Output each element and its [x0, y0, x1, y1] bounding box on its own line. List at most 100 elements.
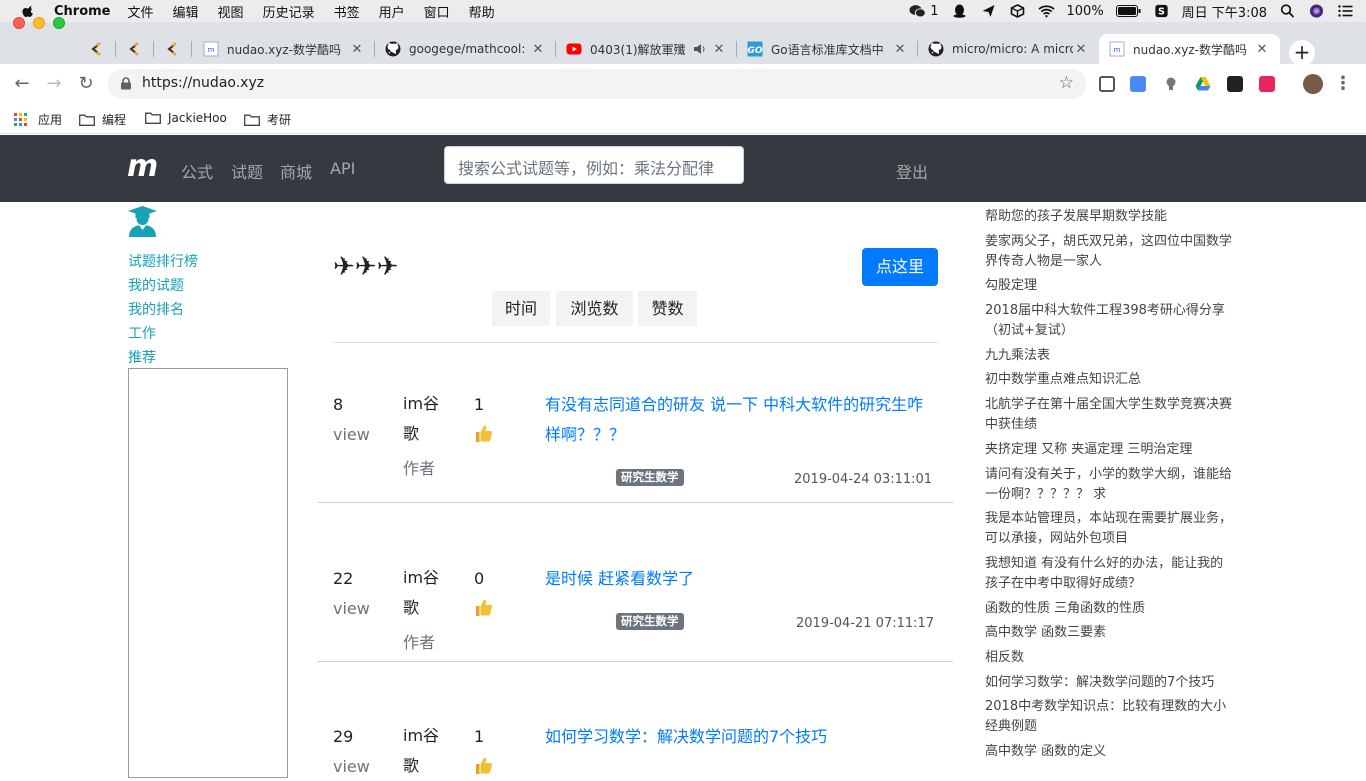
notification-center-icon[interactable] — [1337, 4, 1354, 18]
author-name[interactable]: im谷歌 — [403, 563, 447, 623]
close-tab-icon[interactable]: ✕ — [1073, 42, 1089, 57]
recent-post-link[interactable]: 函数的性质 三角函数的性质 — [985, 599, 1235, 619]
audio-playing-icon[interactable] — [693, 43, 707, 55]
address-bar[interactable]: https://nudao.xyz ☆ — [108, 69, 1086, 99]
recent-post-link[interactable]: 九九乘法表 — [985, 346, 1235, 366]
box-icon[interactable] — [1009, 4, 1026, 18]
tab-go-docs[interactable]: GO Go语言标准库文档中 ✕ — [737, 34, 918, 64]
question-title-link[interactable]: 是时候 赶紧看数学了 — [545, 564, 935, 594]
lightbulb-icon[interactable] — [1163, 76, 1179, 92]
sort-by-views-button[interactable]: 浏览数 — [556, 291, 633, 326]
apple-icon[interactable] — [22, 4, 36, 18]
tab-youtube[interactable]: 0403(1)解放軍殲 ✕ — [556, 34, 737, 64]
close-tab-icon[interactable]: ✕ — [1254, 42, 1270, 57]
author-name[interactable]: im谷歌 — [403, 721, 447, 781]
search-input[interactable]: 搜索公式试题等，例如：乘法分配律 — [444, 146, 744, 184]
tab-github-micro[interactable]: micro/micro: A micro ✕ — [918, 34, 1099, 64]
extension-red-icon[interactable] — [1259, 76, 1275, 92]
battery-icon[interactable] — [1115, 5, 1141, 17]
link-jobs[interactable]: 工作 — [128, 323, 156, 343]
lock-icon[interactable] — [120, 77, 132, 90]
menu-bookmarks[interactable]: 书签 — [334, 2, 360, 21]
menu-people[interactable]: 用户 — [379, 2, 405, 21]
nav-formulas[interactable]: 公式 — [181, 159, 213, 183]
nav-questions[interactable]: 试题 — [231, 159, 263, 183]
recent-post-link[interactable]: 勾股定理 — [985, 276, 1235, 296]
sort-by-likes-button[interactable]: 赞数 — [638, 291, 697, 326]
recent-post-link[interactable]: 2018中考数学知识点：比较有理数的大小 经典例题 — [985, 697, 1235, 737]
profile-avatar[interactable] — [1303, 74, 1323, 94]
thumbs-up-icon[interactable] — [474, 755, 494, 775]
new-tab-button[interactable]: + — [1289, 40, 1315, 66]
tab-github-mathcool[interactable]: googege/mathcool: ✕ — [375, 34, 556, 64]
site-logo[interactable]: m — [127, 152, 158, 182]
close-tab-icon[interactable]: ✕ — [892, 42, 908, 57]
wifi-icon[interactable] — [1037, 4, 1055, 18]
tab-nudao-1[interactable]: m nudao.xyz-数学酷吗 ✕ — [193, 34, 375, 64]
logout-link[interactable]: 登出 — [896, 159, 928, 183]
tag-badge[interactable]: 研究生数学 — [616, 469, 684, 486]
close-tab-icon[interactable]: ✕ — [349, 42, 365, 57]
spotlight-icon[interactable] — [1279, 4, 1296, 18]
google-drive-icon[interactable] — [1195, 76, 1211, 92]
menu-window[interactable]: 窗口 — [424, 2, 450, 21]
extension-vault-icon[interactable] — [1099, 76, 1115, 92]
reload-icon[interactable]: ↻ — [76, 74, 96, 94]
thumbs-up-icon[interactable] — [474, 597, 494, 617]
recent-post-link[interactable]: 我是本站管理员，本站现在需要扩展业务，可以承接，网站外包项目 — [985, 509, 1235, 549]
maximize-window-button[interactable] — [53, 17, 65, 29]
send-icon[interactable] — [980, 4, 997, 18]
close-window-button[interactable] — [13, 17, 25, 29]
nav-shop[interactable]: 商城 — [280, 159, 312, 183]
back-arrow-icon[interactable]: ← — [12, 74, 32, 94]
recent-post-link[interactable]: 姜家两父子，胡氏双兄弟，这四位中国数学界传奇人物是一家人 — [985, 232, 1235, 272]
question-title-link[interactable]: 如何学习数学：解决数学问题的7个技巧 — [545, 722, 935, 752]
minimize-window-button[interactable] — [33, 17, 45, 29]
recent-post-link[interactable]: 如何学习数学：解决数学问题的7个技巧 — [985, 673, 1235, 693]
link-my-ranking[interactable]: 我的排名 — [128, 299, 184, 319]
thumbs-up-icon[interactable] — [474, 423, 494, 443]
forward-arrow-icon[interactable]: → — [44, 74, 64, 94]
close-tab-icon[interactable]: ✕ — [711, 42, 727, 57]
tag-badge[interactable]: 研究生数学 — [616, 613, 684, 630]
nav-api[interactable]: API — [330, 159, 355, 178]
translate-icon[interactable] — [1130, 76, 1146, 92]
tab-pinned-2[interactable] — [116, 34, 154, 64]
bookmark-apps[interactable]: 应用 — [14, 111, 62, 128]
recent-post-link[interactable]: 初中数学重点难点知识汇总 — [985, 370, 1235, 390]
recent-post-link[interactable]: 高中数学 函数三要素 — [985, 623, 1235, 643]
wechat-status[interactable]: 1 — [909, 4, 939, 19]
tab-pinned-3[interactable] — [154, 34, 192, 64]
click-here-button[interactable]: 点这里 — [862, 248, 938, 286]
recent-post-link[interactable]: 高中数学 函数的定义 — [985, 742, 1235, 762]
question-title-link[interactable]: 有没有志同道合的研友 说一下 中科大软件的研究生咋样啊？？？ — [545, 390, 935, 450]
tab-pinned-1[interactable] — [78, 34, 116, 64]
bookmark-folder-programming[interactable]: 编程 — [79, 111, 126, 128]
menu-help[interactable]: 帮助 — [469, 2, 495, 21]
close-tab-icon[interactable]: ✕ — [530, 42, 546, 57]
recent-post-link[interactable]: 2018届中科大软件工程398考研心得分享（初试+复试） — [985, 301, 1235, 341]
recent-post-link[interactable]: 相反数 — [985, 648, 1235, 668]
qq-icon[interactable] — [951, 4, 968, 18]
recent-post-link[interactable]: 夹挤定理 又称 夹逼定理 三明治定理 — [985, 440, 1235, 460]
link-question-ranking[interactable]: 试题排行榜 — [128, 251, 198, 271]
menu-edit[interactable]: 编辑 — [173, 2, 199, 21]
sort-by-time-button[interactable]: 时间 — [492, 291, 550, 326]
tab-nudao-active[interactable]: m nudao.xyz-数学酷吗 ✕ — [1099, 34, 1280, 64]
bookmark-folder-kaoyan[interactable]: 考研 — [244, 111, 291, 128]
author-name[interactable]: im谷歌 — [403, 389, 447, 449]
siri-icon[interactable] — [1308, 4, 1325, 18]
recent-post-link[interactable]: 北航学子在第十届全国大学生数学竞赛决赛中获佳绩 — [985, 395, 1235, 435]
recent-post-link[interactable]: 我想知道 有没有什么好的办法，能让我的孩子在中考中取得好成绩？ — [985, 554, 1235, 594]
bookmark-folder-jackiehoo[interactable]: JackieHoo — [145, 111, 227, 125]
menu-history[interactable]: 历史记录 — [263, 2, 315, 21]
menu-file[interactable]: 文件 — [128, 2, 154, 21]
clock[interactable]: 周日 下午3:08 — [1182, 2, 1267, 21]
link-recommend[interactable]: 推荐 — [128, 347, 156, 367]
s-app-icon[interactable]: S — [1153, 4, 1170, 18]
link-my-questions[interactable]: 我的试题 — [128, 275, 184, 295]
recent-post-link[interactable]: 请问有没有关于，小学的数学大纲，谁能给一份啊？？？？？ 求 — [985, 465, 1235, 505]
extension-dark-icon[interactable] — [1227, 76, 1243, 92]
menu-kebab-icon[interactable]: ⋮ — [1333, 74, 1353, 94]
recent-post-link[interactable]: 帮助您的孩子发展早期数学技能 — [985, 207, 1235, 227]
